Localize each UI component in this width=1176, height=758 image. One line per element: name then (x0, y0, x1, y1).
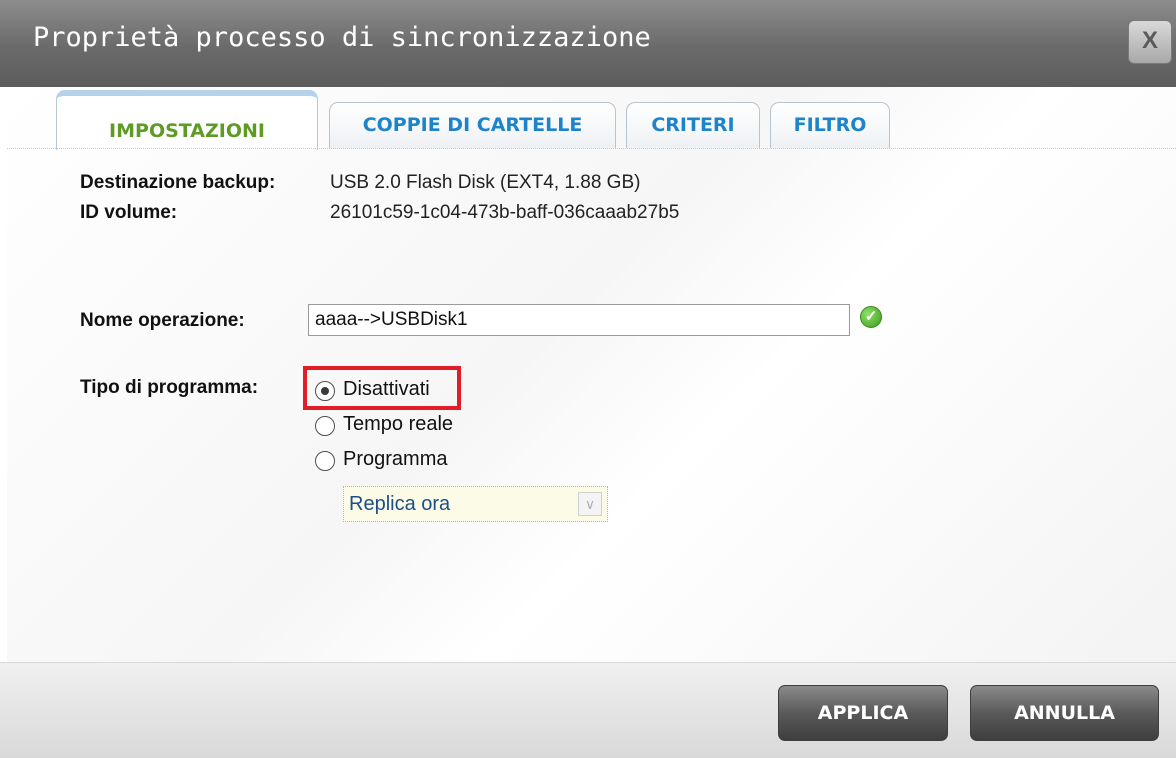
destination-value: USB 2.0 Flash Disk (EXT4, 1.88 GB) (330, 172, 641, 193)
radio-label-tempo-reale: Tempo reale (343, 413, 454, 435)
destination-label: Destinazione backup: (80, 172, 276, 193)
select-value: Replica ora (349, 493, 451, 515)
chevron-down-icon[interactable]: ∨ (578, 492, 602, 516)
radio-label-programma: Programma (343, 448, 448, 470)
cancel-button[interactable]: ANNULLA (970, 685, 1159, 741)
tab-coppie-di-cartelle[interactable]: COPPIE DI CARTELLE (329, 102, 616, 148)
tab-criteri[interactable]: CRITERI (626, 102, 760, 148)
replica-select[interactable]: Replica ora ∨ (343, 486, 608, 522)
radio-button[interactable] (315, 416, 335, 436)
tab-filtro[interactable]: FILTRO (770, 102, 890, 148)
close-button[interactable]: X (1128, 20, 1172, 64)
check-circle-icon: ✓ (860, 306, 882, 328)
tab-divider (7, 148, 1176, 149)
dialog-title: Proprietà processo di sincronizzazione (33, 22, 651, 53)
operation-name-label: Nome operazione: (80, 310, 245, 331)
schedule-type-label: Tipo di programma: (80, 377, 259, 398)
operation-name-input[interactable]: aaaa-->USBDisk1 (308, 304, 850, 336)
volume-id-label: ID volume: (80, 202, 178, 223)
title-bar: Proprietà processo di sincronizzazione X (0, 0, 1176, 87)
highlight-box (303, 366, 461, 410)
volume-id-value: 26101c59-1c04-473b-baff-036caaab27b5 (330, 202, 680, 223)
radio-button[interactable] (315, 451, 335, 471)
apply-button[interactable]: APPLICA (778, 685, 948, 741)
tab-impostazioni[interactable]: IMPOSTAZIONI (56, 90, 318, 150)
